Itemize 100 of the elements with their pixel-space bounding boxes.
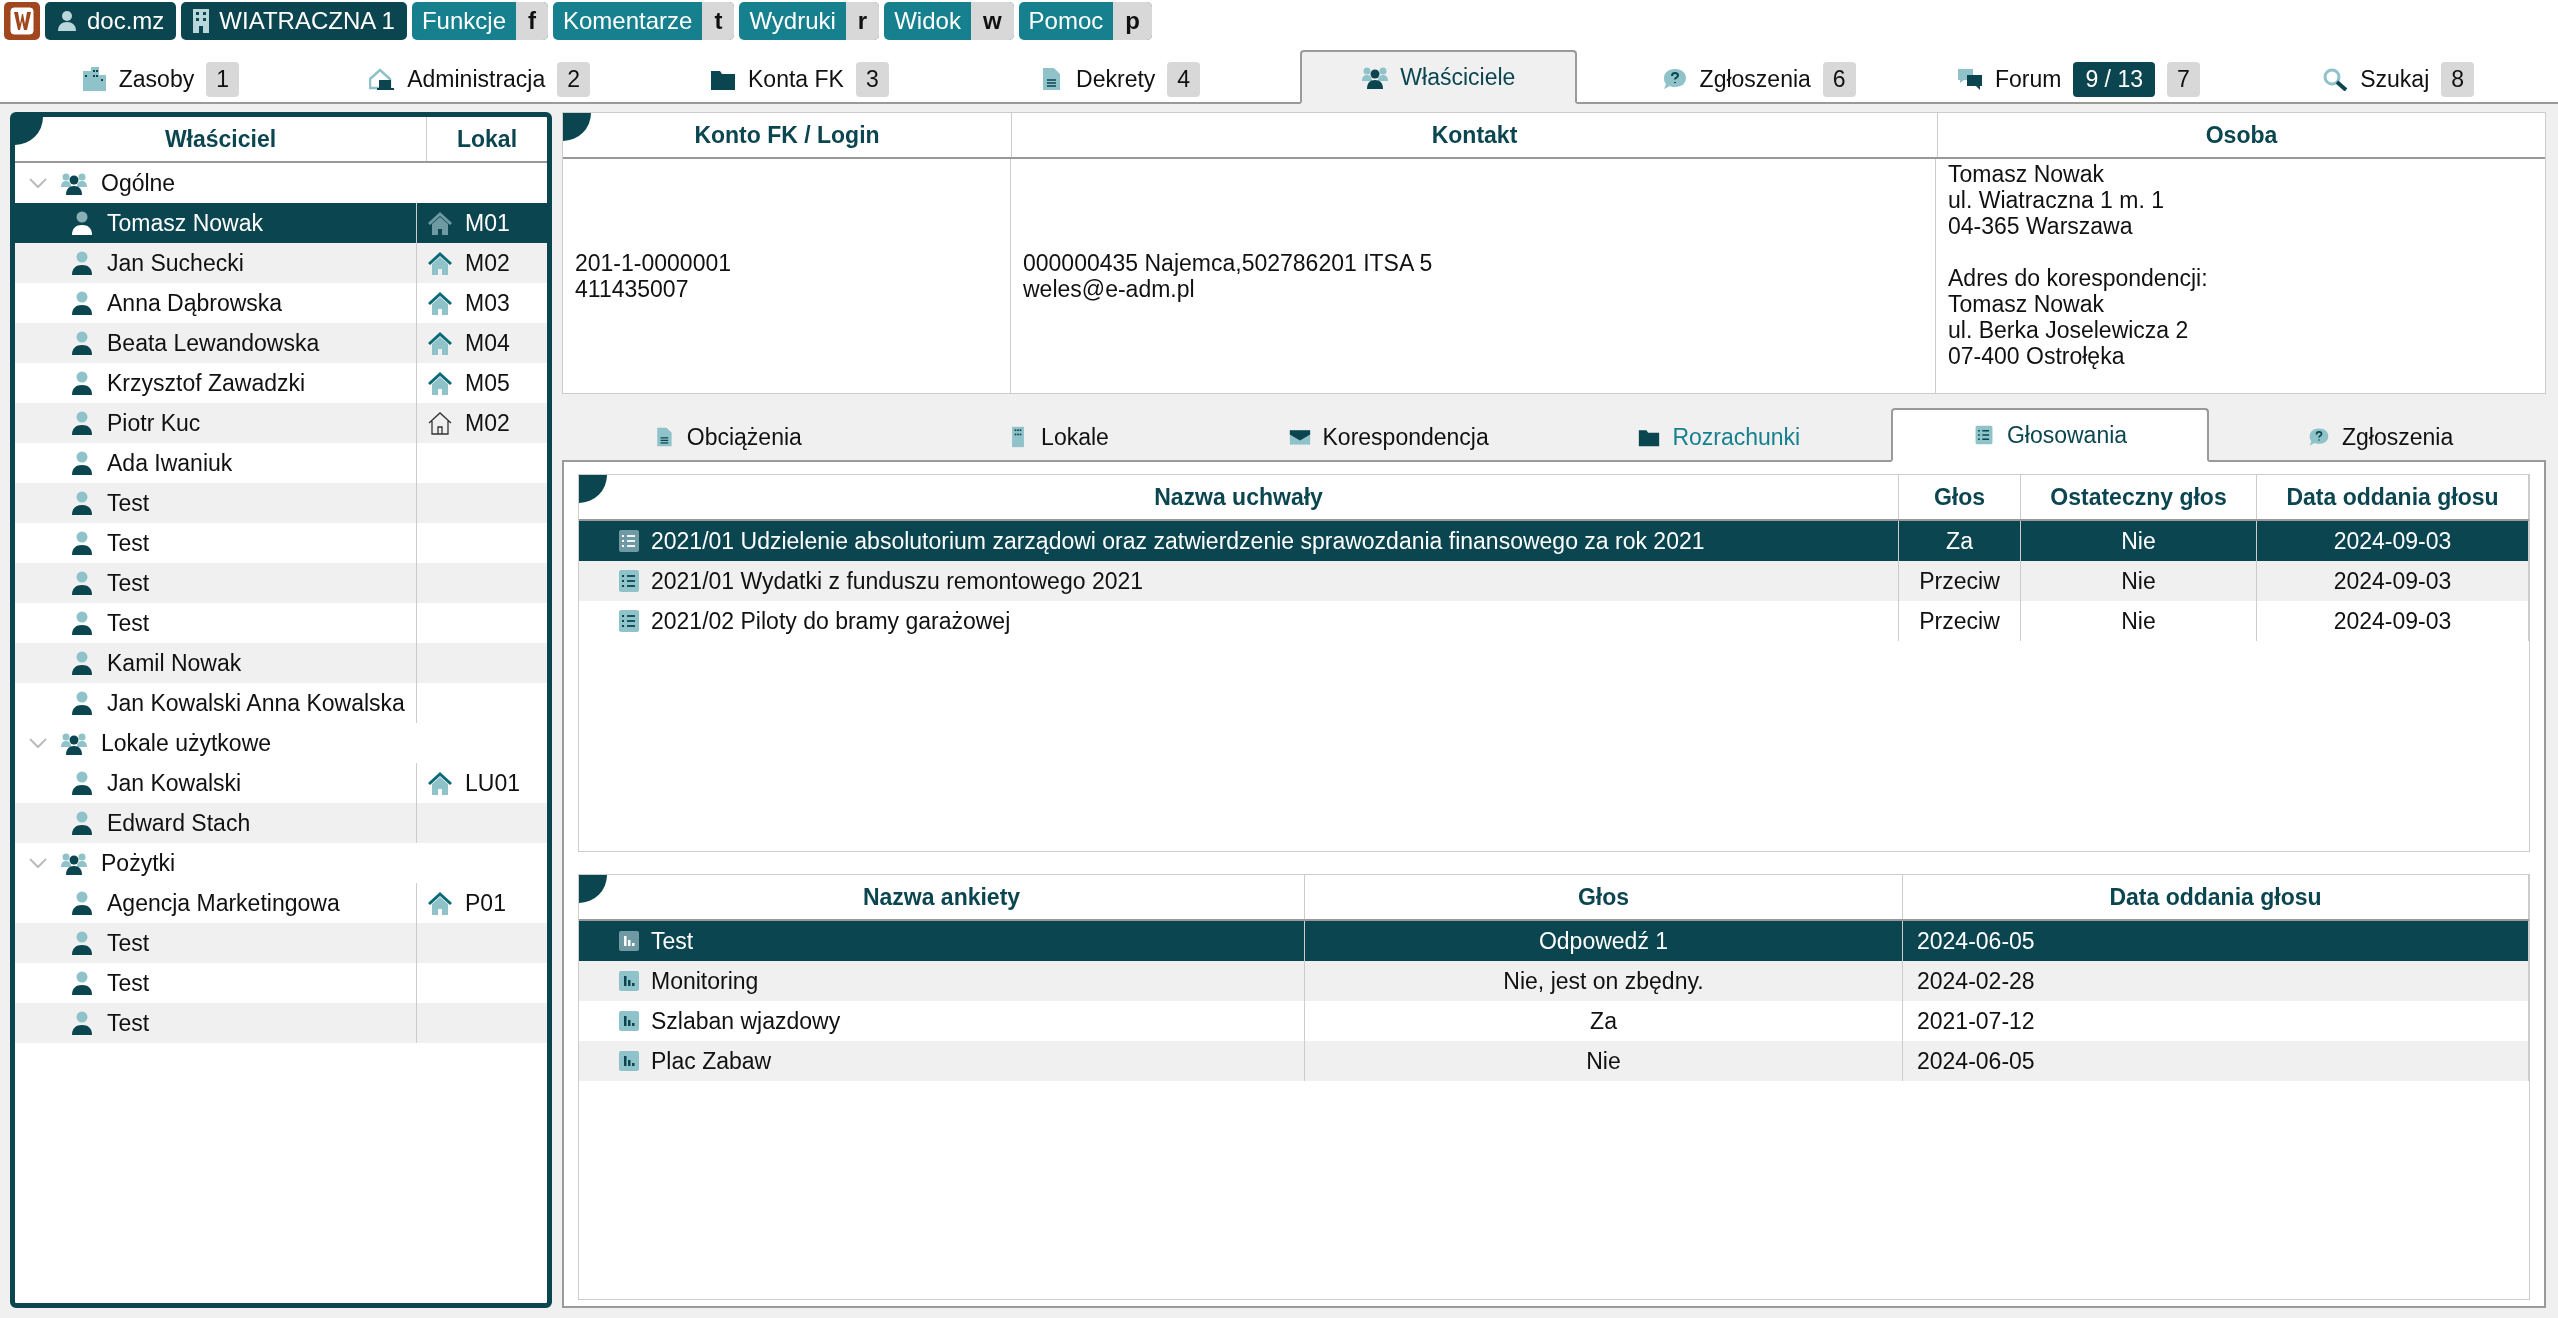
account-line: 411435007 [575,276,690,302]
logo-button[interactable] [4,2,40,40]
column-header: Głos [1899,475,2021,519]
column-header: Ostateczny głos [2021,475,2257,519]
person-icon [71,811,93,835]
bar-chart-icon [619,931,639,951]
chevron-icon[interactable] [29,737,47,749]
building-icon [193,9,210,33]
people-icon [59,851,89,875]
column-header: Kontakt [1012,113,1938,157]
shortcut-key: 3 [855,61,889,97]
unread-counter: 9 / 13 [2073,61,2155,97]
owner-row[interactable]: Piotr Kuc M02 [15,403,547,443]
address-line: ul. Wiatraczna 1 m. 1 [1948,187,2166,213]
owner-row[interactable]: Edward Stach [15,803,547,843]
resolution-row[interactable]: 2021/01 Udzielenie absolutorium zarządowi oraz zatwierdzenie sprawozdania finansowego za rok 2021 Za Nie 2024-09-03 [579,521,2529,561]
property-button[interactable]: WIATRACZNA 1 [181,2,407,40]
person-icon [71,451,93,475]
person-icon [71,371,93,395]
question-bubble-icon [1661,67,1688,91]
main-tab[interactable]: Dekrety 4 [1024,54,1215,104]
owner-row[interactable]: Test [15,1003,547,1043]
chevron-icon[interactable] [29,177,47,189]
people-icon [59,171,89,195]
address-line: Tomasz Nowak [1948,291,2105,317]
checklist-icon [619,570,639,592]
bar-chart-icon [619,971,639,991]
person-icon [71,651,93,675]
column-header: Głos [1305,875,1903,919]
owner-row[interactable]: Kamil Nowak [15,643,547,683]
shortcut-key: 8 [2441,61,2475,97]
sub-tab[interactable]: Głosowania [1890,408,2210,462]
people-icon [59,731,89,755]
person-icon [71,571,93,595]
owner-row[interactable]: Test [15,923,547,963]
corner-decoration [579,475,607,503]
main-tab[interactable]: Konta FK 3 [696,54,903,104]
menu-button[interactable]: Pomoc p [1018,2,1152,40]
shortcut-key: 2 [557,61,591,97]
sub-tab[interactable]: Rozrachunki [1628,412,1811,462]
person-icon [71,1011,93,1035]
survey-row[interactable]: Plac Zabaw Nie 2024-06-05 [579,1041,2529,1081]
person-icon [71,611,93,635]
checklist-icon [619,530,639,552]
contact-line: weles@e-adm.pl [1023,276,1196,302]
checklist-icon [619,610,639,632]
menu-button[interactable]: Funkcje f [411,2,548,40]
address-line: ul. Berka Joselewicza 2 [1948,317,2190,343]
buildings-icon [80,67,107,91]
sub-tab[interactable]: Zgłoszenia [2298,412,2464,462]
survey-row[interactable]: Monitoring Nie, jest on zbędny. 2024-02-28 [579,961,2529,1001]
sub-tab[interactable]: Lokale [997,412,1119,462]
main-tab[interactable]: Właściciele [1300,50,1578,104]
main-tab[interactable]: Administracja 2 [355,54,605,104]
address-line: 04-365 Warszawa [1948,213,2134,239]
user-button[interactable]: doc.mz [45,2,177,40]
address-line: 07-400 Ostrołęka [1948,343,2126,369]
shortcut-key: 1 [206,61,239,97]
main-tab[interactable]: Zasoby 1 [66,54,253,104]
person-icon [71,931,93,955]
main-tab[interactable]: Zgłoszenia 6 [1647,54,1870,104]
people-icon [1362,65,1389,89]
sub-tab[interactable]: Obciążenia [642,412,812,462]
search-icon [2322,67,2349,91]
owner-row[interactable]: Tomasz Nowak M01 [15,203,547,243]
resolution-row[interactable]: 2021/01 Wydatki z funduszu remontowego 2021 Przeciw Nie 2024-09-03 [579,561,2529,601]
main-tab[interactable]: Forum 9 / 13 7 [1942,54,2214,104]
shortcut-key: 6 [1822,61,1856,97]
person-icon [57,10,77,32]
person-icon [71,771,93,795]
person-icon [71,891,93,915]
owner-row[interactable]: Jan Kowalski Anna Kowalska [15,683,547,723]
group-name[interactable]: Ogólne [101,169,176,197]
shortcut-key: 7 [2166,61,2200,97]
resolution-row[interactable]: 2021/02 Piloty do bramy garażowej Przeciw Nie 2024-09-03 [579,601,2529,641]
shortcut-key: 4 [1167,61,1201,97]
group-name[interactable]: Lokale użytkowe [101,729,272,757]
column-header: Lokal [455,124,519,154]
group-name[interactable]: Pożytki [101,849,176,877]
sub-tab[interactable]: Korespondencja [1278,412,1499,462]
person-icon [71,331,93,355]
survey-row[interactable]: Test Odpowedź 1 2024-06-05 [579,921,2529,961]
person-icon [71,971,93,995]
chevron-icon[interactable] [29,857,47,869]
menu-button[interactable]: Komentarze t [553,2,735,40]
person-icon [71,691,93,715]
column-header: Data oddania głosu [1903,875,2529,919]
main-tab[interactable]: Szukaj 8 [2308,54,2489,104]
menu-button[interactable]: Wydruki r [739,2,880,40]
person-icon [71,491,93,515]
owner-row[interactable]: Test [15,563,547,603]
owner-row[interactable]: Beata Lewandowska M04 [15,323,547,363]
owner-row[interactable]: Jan Suchecki M02 [15,243,547,283]
question-bubble-icon [2308,426,2331,448]
owner-row[interactable]: Test [15,483,547,523]
person-icon [71,411,93,435]
person-icon [71,251,93,275]
menu-button[interactable]: Widok w [884,2,1014,40]
house-laptop-icon [369,67,396,91]
chat-bubbles-icon [1956,67,1983,91]
